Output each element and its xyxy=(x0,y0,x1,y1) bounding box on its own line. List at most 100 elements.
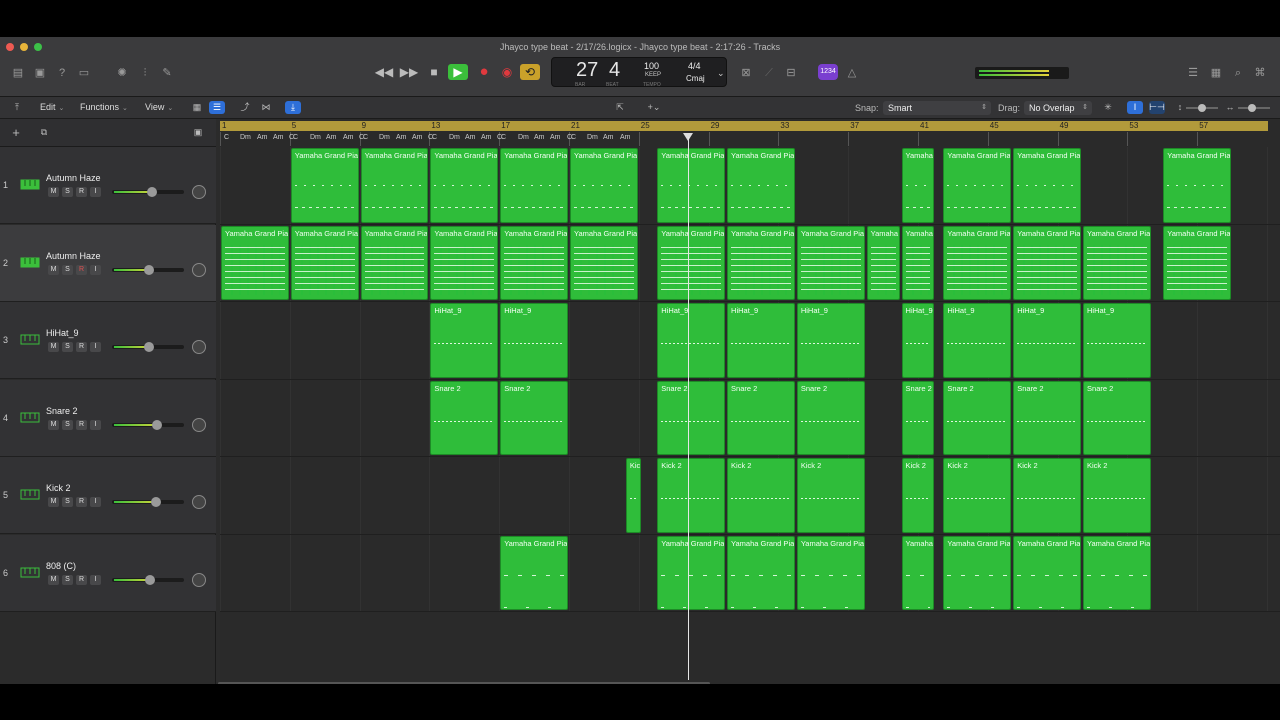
track-name[interactable]: Snare 2 xyxy=(46,406,78,416)
input-monitor-button[interactable]: I xyxy=(90,497,101,507)
midi-region[interactable]: Snare 2 xyxy=(901,380,935,455)
midi-region[interactable]: Snare 2 xyxy=(430,380,499,455)
volume-knob[interactable] xyxy=(152,419,163,430)
midi-region[interactable]: Snare 2 xyxy=(500,380,568,455)
inspector-icon[interactable]: ▣ xyxy=(33,67,47,79)
lcd-display[interactable]: 27 4 BAR BEAT 100 KEEP TEMPO 4/4 Cmaj ⌄ xyxy=(551,57,727,88)
track-header[interactable]: 4 Snare 2 MSRI xyxy=(0,379,216,457)
midi-region[interactable]: Kick 2 xyxy=(796,458,865,533)
vertical-zoom-slider[interactable] xyxy=(1186,104,1218,112)
flex-icon[interactable]: ⋈ xyxy=(258,101,274,114)
pan-knob[interactable] xyxy=(192,340,206,354)
midi-region[interactable]: Yamaha Grand Pia xyxy=(1013,535,1082,610)
midi-region[interactable]: Kick 2 xyxy=(1083,458,1151,533)
midi-region[interactable]: Yamaha Grand Pia xyxy=(1013,225,1082,300)
midi-region[interactable]: Kic xyxy=(625,458,642,533)
library-icon[interactable]: ▤ xyxy=(11,67,25,79)
pan-knob[interactable] xyxy=(192,417,206,432)
tuner-icon[interactable]: ⊠ xyxy=(739,67,753,79)
midi-region[interactable]: HiHat_9 xyxy=(657,303,726,378)
midi-region[interactable]: HiHat_9 xyxy=(500,303,568,378)
midi-region[interactable]: Yamaha Grand Pia xyxy=(727,535,795,610)
midi-region[interactable]: Yamaha Grand Pia xyxy=(500,535,568,610)
midi-region[interactable]: Snare 2 xyxy=(657,380,726,455)
midi-region[interactable]: Yamaha Grand Pia xyxy=(360,225,429,300)
metronome-triangle-icon[interactable]: △ xyxy=(845,67,859,79)
midi-region[interactable]: HiHat_9 xyxy=(1083,303,1151,378)
capture-record-icon[interactable]: ◉ xyxy=(497,64,517,80)
track-header[interactable]: 6 808 (C) M S R I xyxy=(0,534,216,612)
notepad-icon[interactable]: ▦ xyxy=(1209,67,1223,79)
track-name[interactable]: 808 (C) xyxy=(46,561,76,571)
mute-button[interactable]: M xyxy=(48,574,59,585)
track-name[interactable]: HiHat_9 xyxy=(46,328,79,338)
midi-region[interactable]: HiHat_9 xyxy=(796,303,865,378)
record-enable-button[interactable]: R xyxy=(76,419,87,430)
toolbar-icon[interactable]: ▭ xyxy=(77,67,91,79)
loops-icon[interactable]: ⌘ xyxy=(1253,67,1267,79)
midi-region[interactable]: Yamaha Grand Pia xyxy=(221,225,289,300)
quick-help-icon[interactable]: ? xyxy=(55,67,69,79)
volume-slider[interactable] xyxy=(112,419,184,430)
solo-button[interactable]: S xyxy=(62,342,73,352)
replace-icon[interactable]: ⊟ xyxy=(784,67,798,79)
volume-knob[interactable] xyxy=(145,574,156,585)
midi-region[interactable]: Yamaha Grand Pia xyxy=(1083,535,1151,610)
timeline-ruler[interactable]: 1 5 9 13 17 21 25 29 33 37 41 45 49 53 57 C Dm Am Am C C Dm Am… xyxy=(220,119,1280,147)
midi-region[interactable]: Yamaha Grand Pia xyxy=(727,225,795,300)
pencil-tool-icon[interactable]: +⌄ xyxy=(642,101,666,114)
midi-region[interactable]: Yamaha Grand Pia xyxy=(360,148,429,223)
mute-button[interactable]: M xyxy=(48,419,59,430)
catch-playhead-icon[interactable]: ⤓ xyxy=(285,101,301,114)
mute-button[interactable]: M xyxy=(48,497,59,507)
slider-knob[interactable] xyxy=(1248,104,1256,112)
volume-slider[interactable] xyxy=(112,497,184,507)
midi-region[interactable]: Yamaha Grand Pia xyxy=(430,148,499,223)
pan-knob[interactable] xyxy=(192,185,206,199)
track-header[interactable]: 5 Kick 2 MSRI xyxy=(0,457,216,534)
midi-region[interactable]: Yamaha Grand Pia xyxy=(500,148,568,223)
midi-region[interactable]: HiHat_9 xyxy=(727,303,795,378)
midi-region[interactable]: Snare 2 xyxy=(1083,380,1151,455)
midi-region[interactable]: Kick 2 xyxy=(657,458,726,533)
track-name[interactable]: Kick 2 xyxy=(46,483,71,493)
solo-button[interactable]: S xyxy=(62,187,73,197)
mute-button[interactable]: M xyxy=(48,187,59,197)
solo-button[interactable]: S xyxy=(62,574,73,585)
midi-region[interactable]: Yamaha Grand Pia xyxy=(657,535,726,610)
rewind-icon[interactable]: ◀◀ xyxy=(374,64,394,80)
playhead[interactable] xyxy=(688,137,689,680)
midi-region[interactable]: Snare 2 xyxy=(727,380,795,455)
horizontal-zoom-slider[interactable] xyxy=(1238,104,1270,112)
solo-button[interactable]: S xyxy=(62,419,73,430)
chevron-down-icon[interactable]: ⌄ xyxy=(717,68,725,79)
track-header[interactable]: 3 HiHat_9 M S R I xyxy=(0,302,216,379)
grid-view-icon[interactable]: ▦ xyxy=(189,101,205,114)
midi-region[interactable]: Yamaha Grand Pia xyxy=(290,148,359,223)
midi-region[interactable]: Yamaha Grand Pia xyxy=(1163,225,1232,300)
metronome-icon[interactable]: ⟋ xyxy=(762,67,776,79)
horizontal-zoom-icon[interactable]: ⊢⊣ xyxy=(1149,101,1165,114)
midi-region[interactable]: HiHat_9 xyxy=(901,303,935,378)
midi-region[interactable]: Yamaha Grand Pia xyxy=(430,225,499,300)
track-name[interactable]: Autumn Haze xyxy=(46,251,101,261)
duplicate-track-icon[interactable]: ⧉ xyxy=(36,126,52,139)
midi-region[interactable]: HiHat_9 xyxy=(943,303,1012,378)
forward-icon[interactable]: ▶▶ xyxy=(399,64,419,80)
midi-region[interactable]: Yamaha Grand Pia xyxy=(943,535,1012,610)
volume-knob[interactable] xyxy=(144,342,154,352)
midi-region[interactable]: Yamaha xyxy=(901,225,935,300)
cycle-region[interactable] xyxy=(220,121,1268,131)
drag-select[interactable]: No Overlap ⇕ xyxy=(1024,101,1092,115)
midi-region[interactable]: Kick 2 xyxy=(943,458,1012,533)
cycle-button[interactable]: ⟲ xyxy=(520,64,540,80)
volume-slider[interactable] xyxy=(112,342,184,352)
volume-knob[interactable] xyxy=(150,497,161,507)
pan-knob[interactable] xyxy=(192,262,206,277)
volume-slider[interactable] xyxy=(112,264,184,275)
list-editors-icon[interactable]: ☰ xyxy=(1186,67,1200,79)
automation-icon[interactable]: ⤴ xyxy=(237,101,253,114)
mute-button[interactable]: M xyxy=(48,264,59,275)
solo-button[interactable]: S xyxy=(62,497,73,507)
record-enable-button[interactable]: R xyxy=(76,187,87,197)
